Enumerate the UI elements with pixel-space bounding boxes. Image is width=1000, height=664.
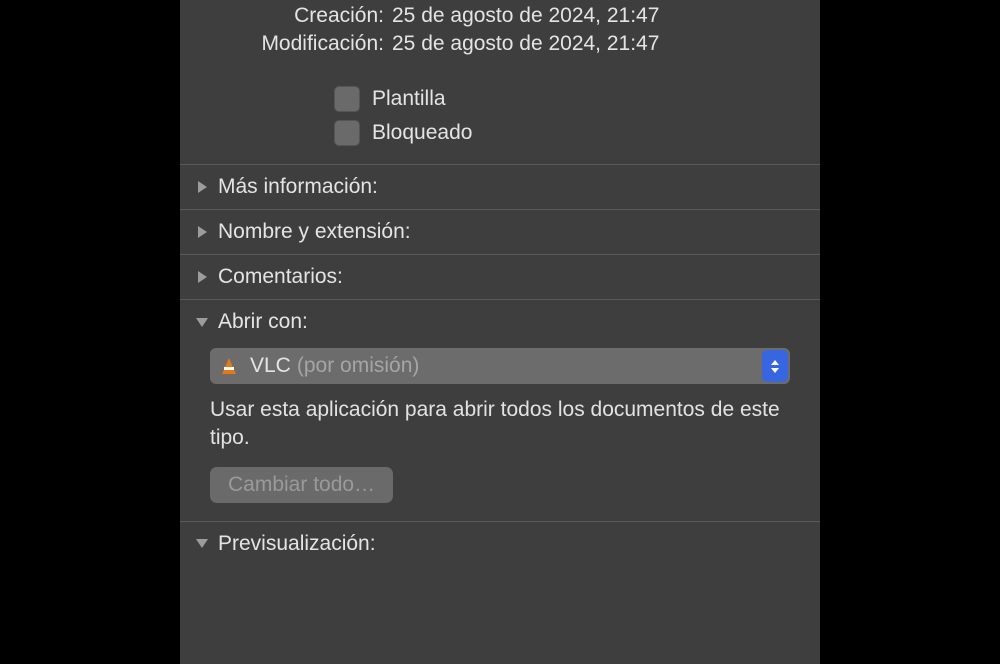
app-select[interactable]: VLC (por omisión) <box>210 348 790 384</box>
app-select-name: VLC <box>250 354 291 378</box>
app-select-hint: (por omisión) <box>297 354 420 378</box>
section-title-open-with: Abrir con: <box>218 310 308 334</box>
chevron-down-icon <box>194 314 210 330</box>
template-checkbox-row: Plantilla <box>180 82 820 116</box>
locked-checkbox-row: Bloqueado <box>180 116 820 150</box>
vlc-icon <box>218 355 240 377</box>
section-preview: Previsualización: <box>180 521 820 566</box>
section-header-comments[interactable]: Comentarios: <box>180 255 820 299</box>
checkbox-group: Plantilla Bloqueado <box>180 82 820 150</box>
locked-checkbox[interactable] <box>334 120 360 146</box>
creation-value: 25 de agosto de 2024, 21:47 <box>392 4 659 28</box>
template-label: Plantilla <box>372 87 446 111</box>
section-title-name-extension: Nombre y extensión: <box>218 220 411 244</box>
section-header-open-with[interactable]: Abrir con: <box>180 300 820 344</box>
modification-row: Modificación: 25 de agosto de 2024, 21:4… <box>180 30 820 58</box>
section-header-name-extension[interactable]: Nombre y extensión: <box>180 210 820 254</box>
creation-label: Creación: <box>180 4 392 28</box>
select-arrows-icon <box>762 350 788 382</box>
section-open-with: Abrir con: VLC (por omisión) Usar esta a… <box>180 299 820 521</box>
chevron-down-icon <box>194 536 210 552</box>
section-comments: Comentarios: <box>180 254 820 299</box>
chevron-right-icon <box>194 224 210 240</box>
general-info: Creación: 25 de agosto de 2024, 21:47 Mo… <box>180 0 820 58</box>
open-with-help-text: Usar esta aplicación para abrir todos lo… <box>210 396 790 453</box>
template-checkbox[interactable] <box>334 86 360 112</box>
locked-label: Bloqueado <box>372 121 472 145</box>
section-header-preview[interactable]: Previsualización: <box>180 522 820 566</box>
info-panel: Creación: 25 de agosto de 2024, 21:47 Mo… <box>180 0 820 664</box>
open-with-body: VLC (por omisión) Usar esta aplicación p… <box>180 344 820 521</box>
chevron-right-icon <box>194 269 210 285</box>
modification-label: Modificación: <box>180 32 392 56</box>
section-title-preview: Previsualización: <box>218 532 376 556</box>
section-title-comments: Comentarios: <box>218 265 343 289</box>
section-name-extension: Nombre y extensión: <box>180 209 820 254</box>
section-more-info: Más información: <box>180 164 820 209</box>
section-header-more-info[interactable]: Más información: <box>180 165 820 209</box>
modification-value: 25 de agosto de 2024, 21:47 <box>392 32 659 56</box>
chevron-right-icon <box>194 179 210 195</box>
section-title-more-info: Más información: <box>218 175 378 199</box>
change-all-button[interactable]: Cambiar todo… <box>210 467 393 503</box>
creation-row: Creación: 25 de agosto de 2024, 21:47 <box>180 2 820 30</box>
